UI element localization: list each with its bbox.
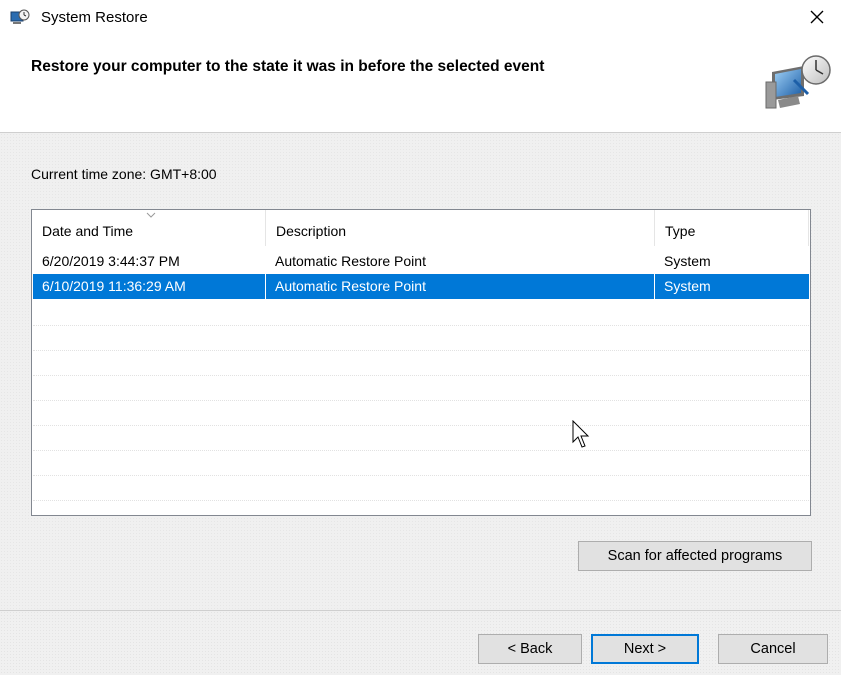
title-bar: System Restore [0, 0, 841, 36]
column-header-type[interactable]: Type [655, 210, 809, 246]
page-title: Restore your computer to the state it wa… [31, 58, 545, 75]
back-button[interactable]: < Back [478, 634, 582, 664]
timezone-label: Current time zone: GMT+8:00 [31, 166, 217, 182]
grid-line [33, 325, 809, 326]
column-label-description: Description [276, 223, 347, 239]
close-button[interactable] [797, 0, 837, 34]
row-type: System [664, 253, 711, 269]
column-header-date[interactable]: Date and Time [32, 210, 266, 246]
column-header-description[interactable]: Description [266, 210, 655, 246]
row-date: 6/20/2019 3:44:37 PM [42, 253, 180, 269]
system-restore-logo-icon [765, 55, 831, 109]
row-description: Automatic Restore Point [266, 274, 655, 299]
window-title: System Restore [41, 9, 148, 26]
system-restore-icon [10, 9, 30, 24]
table-row[interactable]: 6/20/2019 3:44:37 PM Automatic Restore P… [33, 249, 809, 274]
wizard-header: Restore your computer to the state it wa… [0, 36, 841, 133]
sort-chevron-down-icon [146, 212, 156, 218]
cancel-button[interactable]: Cancel [718, 634, 828, 664]
row-type: System [664, 278, 711, 294]
wizard-footer: < Back Next > Cancel [0, 610, 841, 675]
mouse-cursor-icon [572, 420, 590, 448]
grid-line [33, 450, 809, 451]
grid-line [33, 375, 809, 376]
restore-points-list[interactable]: Date and Time Description Type 6/20/2019… [31, 209, 811, 516]
close-icon [810, 10, 824, 24]
column-label-type: Type [665, 223, 696, 239]
wizard-content: Current time zone: GMT+8:00 Date and Tim… [0, 133, 841, 610]
grid-line [33, 425, 809, 426]
grid-line [33, 350, 809, 351]
next-button[interactable]: Next > [591, 634, 699, 664]
grid-line [33, 400, 809, 401]
column-label-date: Date and Time [42, 223, 134, 239]
grid-line [33, 500, 809, 501]
grid-line [33, 475, 809, 476]
table-row-selected[interactable]: 6/10/2019 11:36:29 AM Automatic Restore … [33, 274, 809, 299]
list-header: Date and Time Description Type [32, 210, 810, 246]
row-date: 6/10/2019 11:36:29 AM [33, 274, 266, 299]
row-description: Automatic Restore Point [275, 253, 426, 269]
scan-affected-programs-button[interactable]: Scan for affected programs [578, 541, 812, 571]
